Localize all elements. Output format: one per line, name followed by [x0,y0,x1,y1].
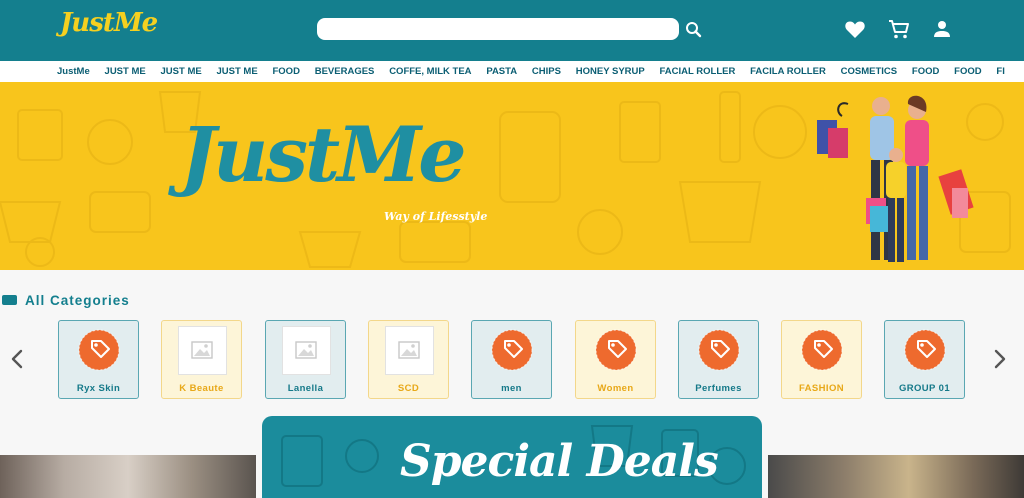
category-card[interactable]: K Beaute [161,320,242,399]
banner-background-pattern [0,91,1011,268]
cart-icon [889,20,909,39]
search-input[interactable] [317,18,679,40]
wishlist-button[interactable] [843,17,867,41]
banner-brand-title: JustMe [180,110,467,199]
chevron-left-icon [11,349,23,369]
category-card[interactable]: Lanella [265,320,346,399]
hero-banner[interactable]: JustMe Way of Lifesstyle [0,82,1024,270]
chevron-right-icon [994,349,1006,369]
all-categories-title: All Categories [25,293,130,308]
image-placeholder [178,326,227,375]
nav-items: JustMe JUST ME JUST ME JUST ME FOOD BEVERAGES… [57,61,1020,79]
categories-prev-button[interactable] [9,348,25,370]
nav-item[interactable]: FOOD [912,61,939,77]
category-card[interactable]: Ryx Skin [58,320,139,399]
category-label: men [501,383,522,394]
category-label: FASHION [798,383,845,394]
category-label: K Beaute [179,383,224,394]
nav-item[interactable]: FOOD [954,61,981,77]
image-placeholder-icon [295,341,317,359]
tag-icon [698,329,740,371]
site-logo[interactable]: JustMe [60,8,158,38]
category-label: Women [597,383,634,394]
category-card[interactable]: FASHION [781,320,862,399]
category-card[interactable]: Perfumes [678,320,759,399]
image-placeholder-icon [191,341,213,359]
nav-item[interactable]: FACIAL ROLLER [660,61,736,77]
nav-item[interactable]: JUST ME [217,61,258,77]
category-label: GROUP 01 [898,383,951,394]
nav-item[interactable]: COFFE, MILK TEA [389,61,471,77]
promo-photo-left[interactable] [0,455,256,498]
image-placeholder [282,326,331,375]
top-header: JustMe [0,0,1024,61]
image-placeholder-icon [398,341,420,359]
special-deals-banner[interactable]: Special Deals [262,416,762,498]
account-button[interactable] [930,17,954,41]
shoppers-illustration [817,95,974,262]
cart-button[interactable] [887,17,911,41]
nav-item[interactable]: BEVERAGES [315,61,375,77]
category-label: SCD [397,383,420,394]
search-icon [686,22,702,38]
tag-icon [801,329,843,371]
categories-next-button[interactable] [992,348,1008,370]
tag-icon [904,329,946,371]
category-card[interactable]: Women [575,320,656,399]
category-card[interactable]: SCD [368,320,449,399]
search-button[interactable] [684,18,704,40]
user-icon [934,21,950,37]
heading-marker [2,295,17,305]
nav-item[interactable]: JUST ME [105,61,146,77]
tag-icon [78,329,120,371]
nav-item[interactable]: HONEY SYRUP [576,61,645,77]
nav-item[interactable]: FACILA ROLLER [750,61,826,77]
category-nav-bar: JustMe JUST ME JUST ME JUST ME FOOD BEVERAGES… [0,61,1024,82]
tag-icon [595,329,637,371]
nav-item[interactable]: JustMe [57,61,90,77]
nav-item[interactable]: COSMETICS [841,61,897,77]
nav-item[interactable]: PASTA [486,61,517,77]
category-card[interactable]: GROUP 01 [884,320,965,399]
nav-item[interactable]: CHIPS [532,61,561,77]
special-deals-title: Special Deals [400,436,719,487]
category-card[interactable]: men [471,320,552,399]
nav-item[interactable]: JUST ME [161,61,202,77]
promo-photo-right[interactable] [768,455,1024,498]
image-placeholder [385,326,434,375]
banner-tagline: Way of Lifesstyle [384,210,488,223]
nav-item[interactable]: FI [996,61,1004,77]
category-label: Ryx Skin [76,383,121,394]
category-label: Perfumes [695,383,742,394]
category-label: Lanella [287,383,324,394]
tag-icon [491,329,533,371]
nav-item[interactable]: FOOD [272,61,299,77]
heart-icon [845,21,865,38]
